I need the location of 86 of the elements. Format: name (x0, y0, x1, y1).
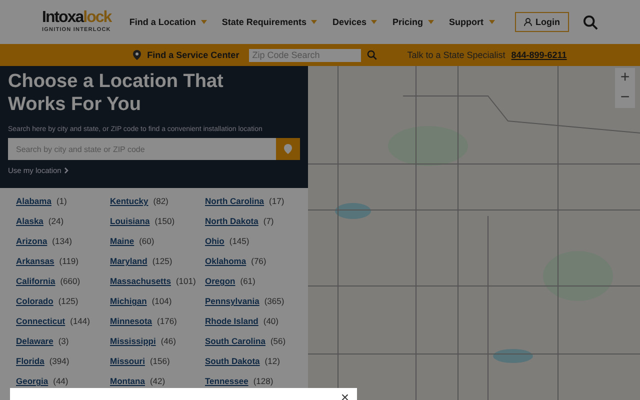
state-link[interactable]: Arkansas (16, 256, 54, 266)
caret-icon (200, 20, 207, 24)
nav-menu-item[interactable]: Pricing (392, 17, 434, 27)
state-link[interactable]: Florida (16, 356, 44, 366)
state-link[interactable]: Colorado (16, 296, 54, 306)
state-link[interactable]: Delaware (16, 336, 54, 346)
state-link[interactable]: North Dakota (205, 216, 258, 226)
map-pin-icon (133, 50, 142, 60)
state-link[interactable]: North Carolina (205, 196, 264, 206)
state-link[interactable]: South Dakota (205, 356, 260, 366)
nav-menu-item[interactable]: Support (449, 17, 494, 27)
state-link[interactable]: Louisiana (110, 216, 150, 226)
location-count: (144) (70, 316, 90, 326)
caret-icon (371, 20, 378, 24)
search-icon[interactable] (583, 14, 598, 30)
location-count: (46) (160, 336, 176, 346)
state-link[interactable]: Maryland (110, 256, 148, 266)
location-count: (145) (229, 236, 250, 246)
state-link[interactable]: Alaska (16, 216, 44, 226)
state-link[interactable]: Georgia (16, 376, 48, 386)
location-search-field[interactable]: Search by city and state or ZIP code (8, 138, 276, 160)
nav-menu-item[interactable]: Find a Location (129, 17, 207, 27)
specialist-label: Talk to a State Specialist (407, 50, 506, 60)
nav-menu-item[interactable]: State Requirements (222, 17, 318, 27)
location-count: (82) (153, 196, 168, 206)
login-button[interactable]: Login (514, 12, 569, 32)
location-count: (40) (263, 316, 278, 326)
locator-title: Choose a Location That Works For You (8, 70, 224, 116)
location-count: (150) (154, 216, 175, 226)
zip-code-field[interactable]: Zip Code Search (249, 48, 362, 62)
location-count: (365) (264, 296, 284, 306)
state-link[interactable]: Tennessee (205, 376, 248, 386)
state-link[interactable]: Oregon (205, 276, 236, 286)
caret-icon (311, 20, 318, 24)
location-count: (128) (253, 376, 274, 386)
location-count: (44) (53, 376, 68, 386)
state-link[interactable]: Missouri (110, 356, 145, 366)
state-link[interactable]: Alabama (16, 196, 52, 206)
state-link[interactable]: Mississippi (110, 336, 156, 346)
state-link[interactable]: Connecticut (16, 316, 66, 326)
phone-link[interactable]: 844-899-6211 (511, 50, 567, 60)
state-link[interactable]: South Carolina (205, 336, 266, 346)
chevron-icon (64, 167, 70, 174)
state-link[interactable]: Rhode Island (205, 316, 258, 326)
map-pin-icon (284, 144, 292, 154)
location-count: (176) (157, 316, 177, 326)
state-link[interactable]: Massachusetts (110, 276, 171, 286)
location-count: (104) (152, 296, 172, 306)
location-count: (7) (263, 216, 274, 226)
location-count: (12) (264, 356, 280, 366)
location-count: (119) (59, 256, 78, 266)
location-count: (134) (52, 236, 72, 246)
state-link[interactable]: Arizona (16, 236, 48, 246)
map-drawing[interactable] (308, 66, 640, 400)
location-count: (17) (269, 196, 284, 206)
location-count: (101) (176, 276, 196, 286)
state-link[interactable]: Maine (110, 236, 134, 246)
caret-icon (428, 20, 434, 24)
state-link[interactable]: Michigan (110, 296, 147, 306)
state-link[interactable]: Ohio (205, 236, 224, 246)
location-count: (42) (150, 376, 166, 386)
location-count: (24) (48, 216, 64, 226)
location-count: (660) (60, 276, 80, 286)
service-center-label: Find a Service Center (147, 50, 240, 60)
locate-button[interactable] (276, 138, 300, 160)
location-count: (1) (56, 196, 67, 206)
state-link[interactable]: California (16, 276, 56, 286)
location-count: (76) (251, 256, 266, 266)
location-count: (56) (270, 336, 286, 346)
nav-menu-item[interactable]: Devices (332, 17, 378, 27)
caret-icon (488, 20, 494, 24)
location-count: (125) (58, 296, 78, 306)
state-link[interactable]: Kentucky (110, 196, 148, 206)
location-count: (156) (150, 356, 170, 366)
location-count: (3) (58, 336, 69, 346)
state-link[interactable]: Minnesota (110, 316, 152, 326)
location-count: (60) (139, 236, 154, 246)
state-link[interactable]: Pennsylvania (205, 296, 260, 306)
logo-wordmark[interactable]: Intoxalock (42, 10, 112, 26)
search-icon[interactable] (367, 50, 378, 60)
location-count: (125) (152, 256, 172, 266)
location-count: (394) (49, 356, 70, 366)
user-icon (524, 18, 532, 26)
state-link[interactable]: Montana (110, 376, 145, 386)
location-count: (61) (240, 276, 256, 286)
state-link[interactable]: Oklahoma (205, 256, 246, 266)
